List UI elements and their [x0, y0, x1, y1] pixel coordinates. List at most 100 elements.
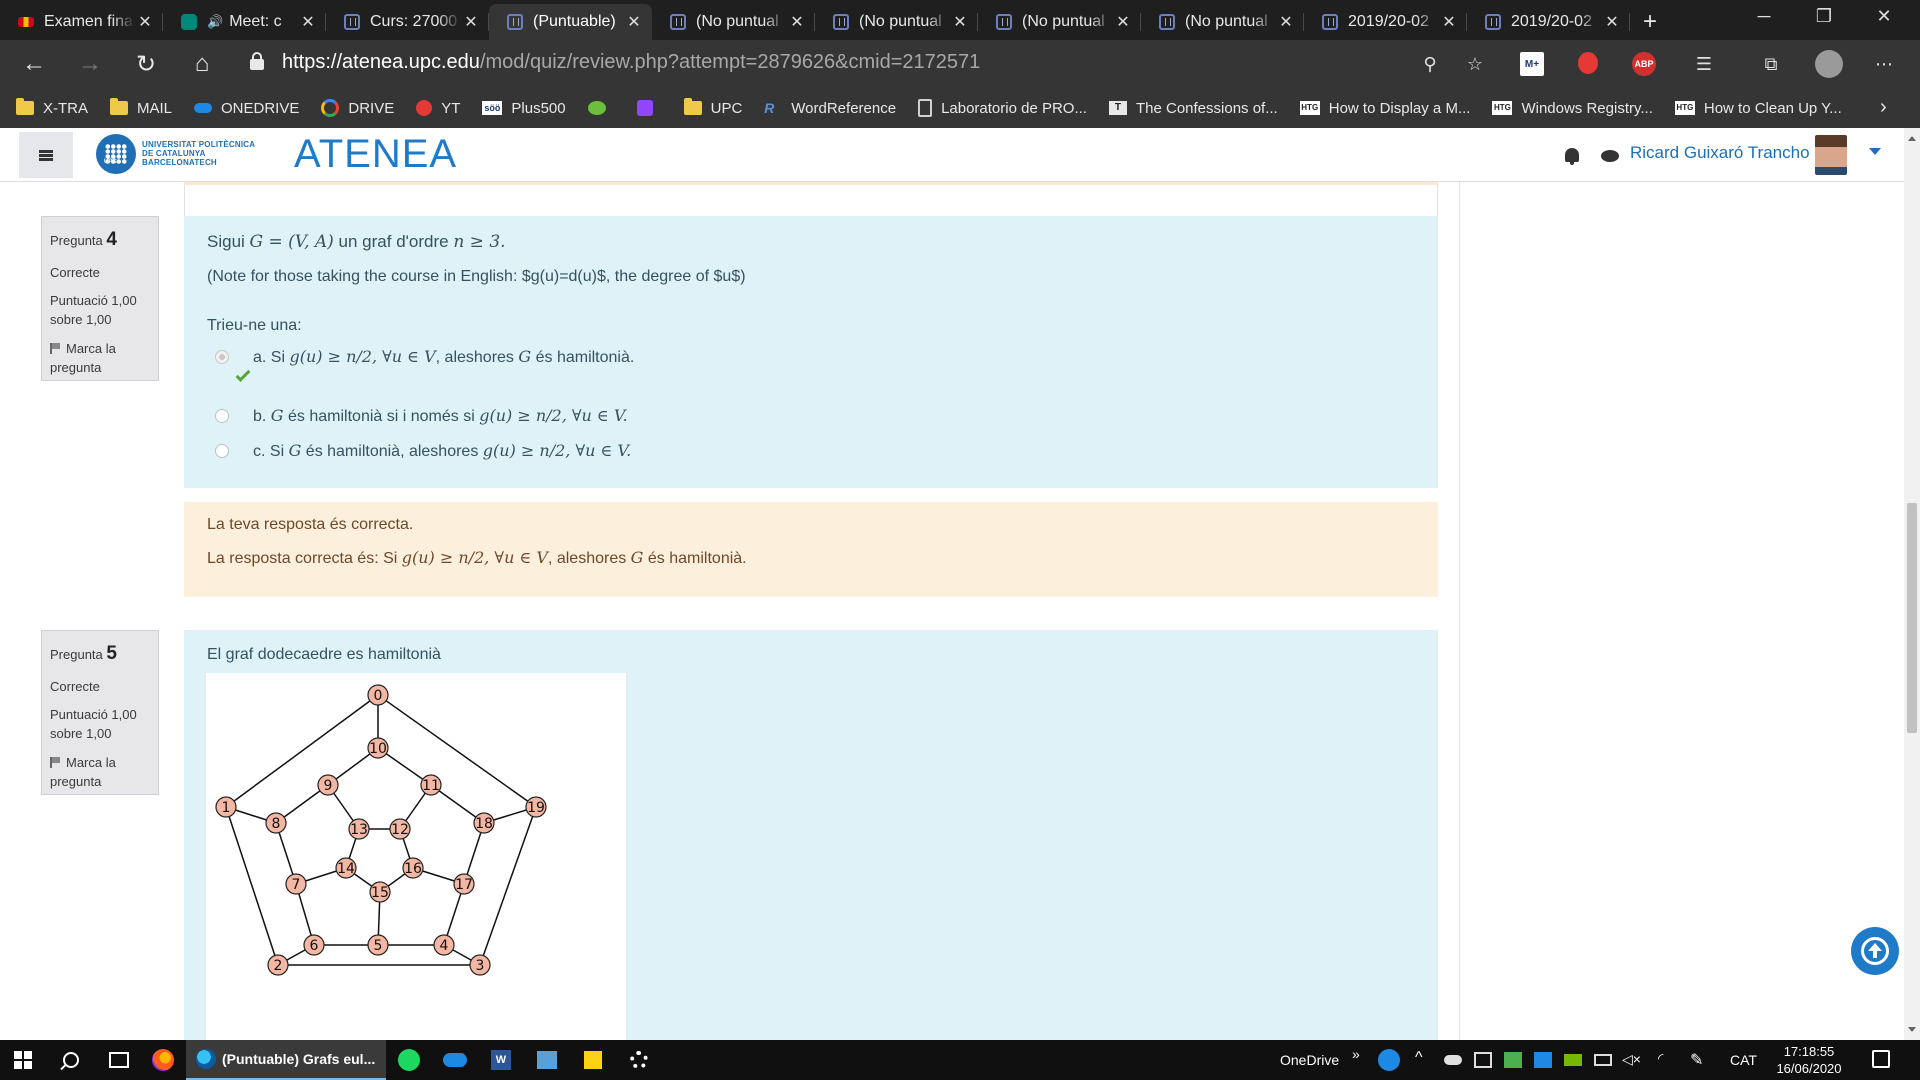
- close-tab-icon[interactable]: ✕: [624, 12, 644, 32]
- close-tab-icon[interactable]: ✕: [950, 12, 970, 32]
- messages-chat-icon[interactable]: [1601, 150, 1619, 162]
- bookmark-13[interactable]: HTG Windows Registry...: [1492, 100, 1653, 117]
- option-b-label[interactable]: b. G és hamiltonià si i només si g(u) ≥ …: [253, 406, 628, 426]
- flag-question-link[interactable]: Marca la pregunta: [50, 754, 150, 792]
- start-button[interactable]: [0, 1040, 46, 1080]
- upc-logo[interactable]: [96, 134, 136, 174]
- option-c-label[interactable]: c. Si G és hamiltonià, aleshores g(u) ≥ …: [253, 441, 631, 461]
- close-tab-icon[interactable]: ✕: [461, 12, 481, 32]
- close-tab-icon[interactable]: ✕: [787, 12, 807, 32]
- firefox-taskbar-button[interactable]: [140, 1040, 186, 1080]
- forward-button[interactable]: →: [68, 44, 112, 84]
- bookmark-1[interactable]: MAIL: [110, 98, 172, 117]
- bookmark-0[interactable]: X-TRA: [16, 98, 88, 117]
- abp-extension-icon[interactable]: ABP: [1632, 52, 1656, 76]
- onedrive-tray-icon[interactable]: [1444, 1055, 1462, 1065]
- bookmark-6[interactable]: [587, 101, 615, 115]
- url-field[interactable]: https://atenea.upc.edu/mod/quiz/review.p…: [250, 42, 1480, 82]
- bookmark-12[interactable]: HTG How to Display a M...: [1299, 100, 1470, 117]
- profile-avatar-icon[interactable]: [1815, 50, 1843, 78]
- atenea-logo[interactable]: ATENEA: [294, 132, 457, 177]
- minimize-button[interactable]: ─: [1736, 0, 1792, 32]
- collections-icon[interactable]: ⧉: [1759, 52, 1783, 76]
- close-tab-icon[interactable]: ✕: [1439, 12, 1459, 32]
- refresh-button[interactable]: ↻: [124, 44, 168, 84]
- audio-playing-icon[interactable]: 🔊: [207, 14, 223, 30]
- bookmarks-overflow-icon[interactable]: ›: [1880, 96, 1887, 119]
- bookmark-5[interactable]: söö Plus500: [482, 100, 566, 117]
- bookmark-7[interactable]: [636, 100, 662, 116]
- flag-question-link[interactable]: Marca la pregunta: [50, 340, 150, 378]
- tab-8[interactable]: 2019/20-02 ✕: [1304, 4, 1467, 40]
- close-tab-icon[interactable]: ✕: [1602, 12, 1622, 32]
- pen-icon[interactable]: ✎: [1690, 1050, 1703, 1070]
- spotify-taskbar-button[interactable]: [386, 1040, 432, 1080]
- tab-5[interactable]: (No puntual ✕: [815, 4, 978, 40]
- back-to-top-button[interactable]: [1851, 927, 1899, 975]
- close-tab-icon[interactable]: ✕: [1276, 12, 1296, 32]
- sticky-notes-taskbar-button[interactable]: [570, 1040, 616, 1080]
- wifi-icon[interactable]: ◜: [1658, 1050, 1663, 1067]
- tab-0[interactable]: Examen final ✕: [0, 4, 163, 40]
- menu-toggle-button[interactable]: [19, 132, 73, 178]
- notifications-bell-icon[interactable]: [1565, 148, 1579, 165]
- option-b-radio[interactable]: [215, 409, 229, 423]
- zoom-icon[interactable]: ⚲: [1418, 52, 1442, 76]
- edge-taskbar-button[interactable]: (Puntuable) Grafs eul...: [186, 1040, 386, 1080]
- nvidia-tray-icon[interactable]: [1564, 1054, 1582, 1066]
- display-tray-icon[interactable]: [1474, 1052, 1492, 1068]
- bookmark-3[interactable]: DRIVE: [321, 99, 394, 117]
- explorer-taskbar-button[interactable]: [524, 1040, 570, 1080]
- user-name[interactable]: Ricard Guixaró Trancho: [1630, 143, 1810, 163]
- battery-icon[interactable]: [1594, 1054, 1612, 1066]
- onedrive-taskbar-button[interactable]: [432, 1040, 478, 1080]
- onedrive-tray-label[interactable]: OneDrive: [1280, 1052, 1339, 1068]
- bookmark-8[interactable]: UPC: [683, 98, 742, 117]
- close-tab-icon[interactable]: ✕: [135, 12, 155, 32]
- help-icon[interactable]: [1378, 1049, 1400, 1071]
- close-tab-icon[interactable]: ✕: [1113, 12, 1133, 32]
- user-menu-caret-icon[interactable]: [1869, 148, 1881, 155]
- maximize-button[interactable]: ❐: [1796, 0, 1852, 32]
- mendeley-extension-icon[interactable]: M+: [1520, 52, 1544, 76]
- volume-muted-icon[interactable]: ◁×: [1622, 1051, 1641, 1068]
- close-tab-icon[interactable]: ✕: [298, 12, 318, 32]
- adblock-hand-icon[interactable]: [1578, 52, 1598, 74]
- more-menu-icon[interactable]: ⋯: [1872, 52, 1896, 76]
- favorite-star-icon[interactable]: ☆: [1463, 52, 1487, 76]
- option-a-radio[interactable]: [215, 350, 229, 364]
- tab-4[interactable]: (No puntual ✕: [652, 4, 815, 40]
- bookmark-9[interactable]: R WordReference: [764, 100, 896, 117]
- bookmark-10[interactable]: Laboratorio de PRO...: [918, 99, 1087, 117]
- tab-2[interactable]: Curs: 27000 ✕: [326, 4, 489, 40]
- home-button[interactable]: ⌂: [180, 44, 224, 84]
- bookmark-11[interactable]: T The Confessions of...: [1108, 100, 1278, 117]
- page-scrollbar[interactable]: [1904, 128, 1920, 1040]
- task-view-button[interactable]: [96, 1040, 142, 1080]
- tab-9[interactable]: 2019/20-02 ✕: [1467, 4, 1630, 40]
- app-tray-icon[interactable]: [1504, 1052, 1522, 1068]
- tab-3[interactable]: (Puntuable) ✕: [489, 4, 652, 40]
- settings-taskbar-button[interactable]: [616, 1040, 662, 1080]
- tab-7[interactable]: (No puntual ✕: [1141, 4, 1304, 40]
- back-button[interactable]: ←: [12, 44, 56, 84]
- input-language[interactable]: CAT: [1730, 1052, 1757, 1068]
- snowflake-tray-icon[interactable]: [1534, 1052, 1552, 1068]
- bookmark-14[interactable]: HTG How to Clean Up Y...: [1674, 100, 1842, 117]
- new-tab-button[interactable]: +: [1630, 4, 1670, 40]
- favorites-list-icon[interactable]: ☰: [1692, 52, 1716, 76]
- user-avatar[interactable]: [1815, 135, 1847, 175]
- toolbar-chevron-icon[interactable]: »: [1352, 1046, 1360, 1062]
- tab-6[interactable]: (No puntual ✕: [978, 4, 1141, 40]
- bookmark-4[interactable]: YT: [416, 100, 460, 117]
- scroll-down-arrow-icon[interactable]: [1908, 1027, 1916, 1032]
- taskbar-clock[interactable]: 17:18:55 16/06/2020: [1764, 1043, 1854, 1077]
- tab-1[interactable]: 🔊 Meet: c ✕: [163, 4, 326, 40]
- taskbar-search-button[interactable]: [48, 1040, 94, 1080]
- bookmark-2[interactable]: ONEDRIVE: [194, 100, 299, 117]
- show-hidden-icons-icon[interactable]: ^: [1415, 1049, 1423, 1067]
- option-a-label[interactable]: a. Si g(u) ≥ n/2, ∀u ∈ V, aleshores G és…: [253, 347, 634, 367]
- action-center-icon[interactable]: [1872, 1050, 1890, 1068]
- close-window-button[interactable]: ✕: [1856, 0, 1912, 32]
- word-taskbar-button[interactable]: W: [478, 1040, 524, 1080]
